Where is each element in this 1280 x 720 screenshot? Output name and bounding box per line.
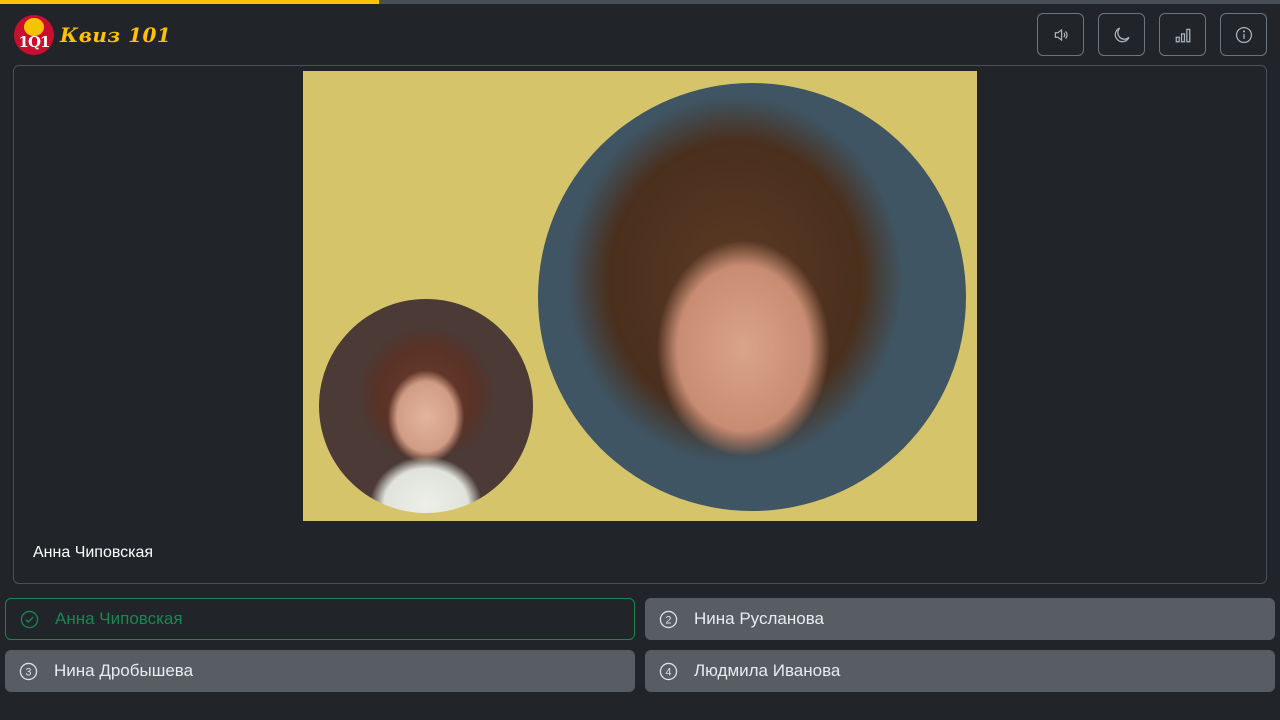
dark-mode-button[interactable] (1098, 13, 1145, 56)
info-button[interactable] (1220, 13, 1267, 56)
option-label: Анна Чиповская (55, 609, 183, 628)
speaker-icon (1054, 28, 1068, 41)
question-card: Анна Чиповская (13, 65, 1267, 584)
logo-text: Квиз 101 (60, 23, 172, 47)
sound-button[interactable] (1037, 13, 1084, 56)
question-image (303, 71, 977, 521)
option-2[interactable]: 2 Нина Русланова (645, 598, 1275, 640)
answer-caption: Анна Чиповская (33, 544, 154, 561)
check-circle-icon (20, 610, 39, 628)
progress-bar-fill (0, 0, 379, 4)
number-circle-icon: 4 (659, 662, 678, 680)
toolbar (1037, 13, 1267, 56)
moon-icon (1114, 26, 1130, 42)
option-label: Людмила Иванова (694, 661, 841, 680)
child-photo (319, 299, 533, 513)
option-label: Нина Русланова (694, 609, 824, 628)
svg-text:4: 4 (666, 666, 672, 678)
svg-text:3: 3 (26, 666, 32, 678)
app-logo[interactable]: 1Q1 Квиз 101 (14, 14, 171, 56)
progress-bar (0, 0, 1280, 4)
option-1[interactable]: Анна Чиповская (5, 598, 635, 640)
logo-badge-icon: 1Q1 (14, 15, 54, 55)
option-4[interactable]: 4 Людмила Иванова (645, 650, 1275, 692)
svg-text:2: 2 (666, 614, 672, 626)
option-3[interactable]: 3 Нина Дробышева (5, 650, 635, 692)
option-label: Нина Дробышева (54, 661, 194, 680)
info-icon (1235, 26, 1252, 43)
adult-photo (538, 83, 966, 511)
number-circle-icon: 3 (19, 662, 38, 680)
number-circle-icon: 2 (659, 610, 678, 628)
stats-button[interactable] (1159, 13, 1206, 56)
bar-chart-icon (1175, 28, 1190, 42)
logo-mark: 1Q1 (18, 33, 51, 51)
